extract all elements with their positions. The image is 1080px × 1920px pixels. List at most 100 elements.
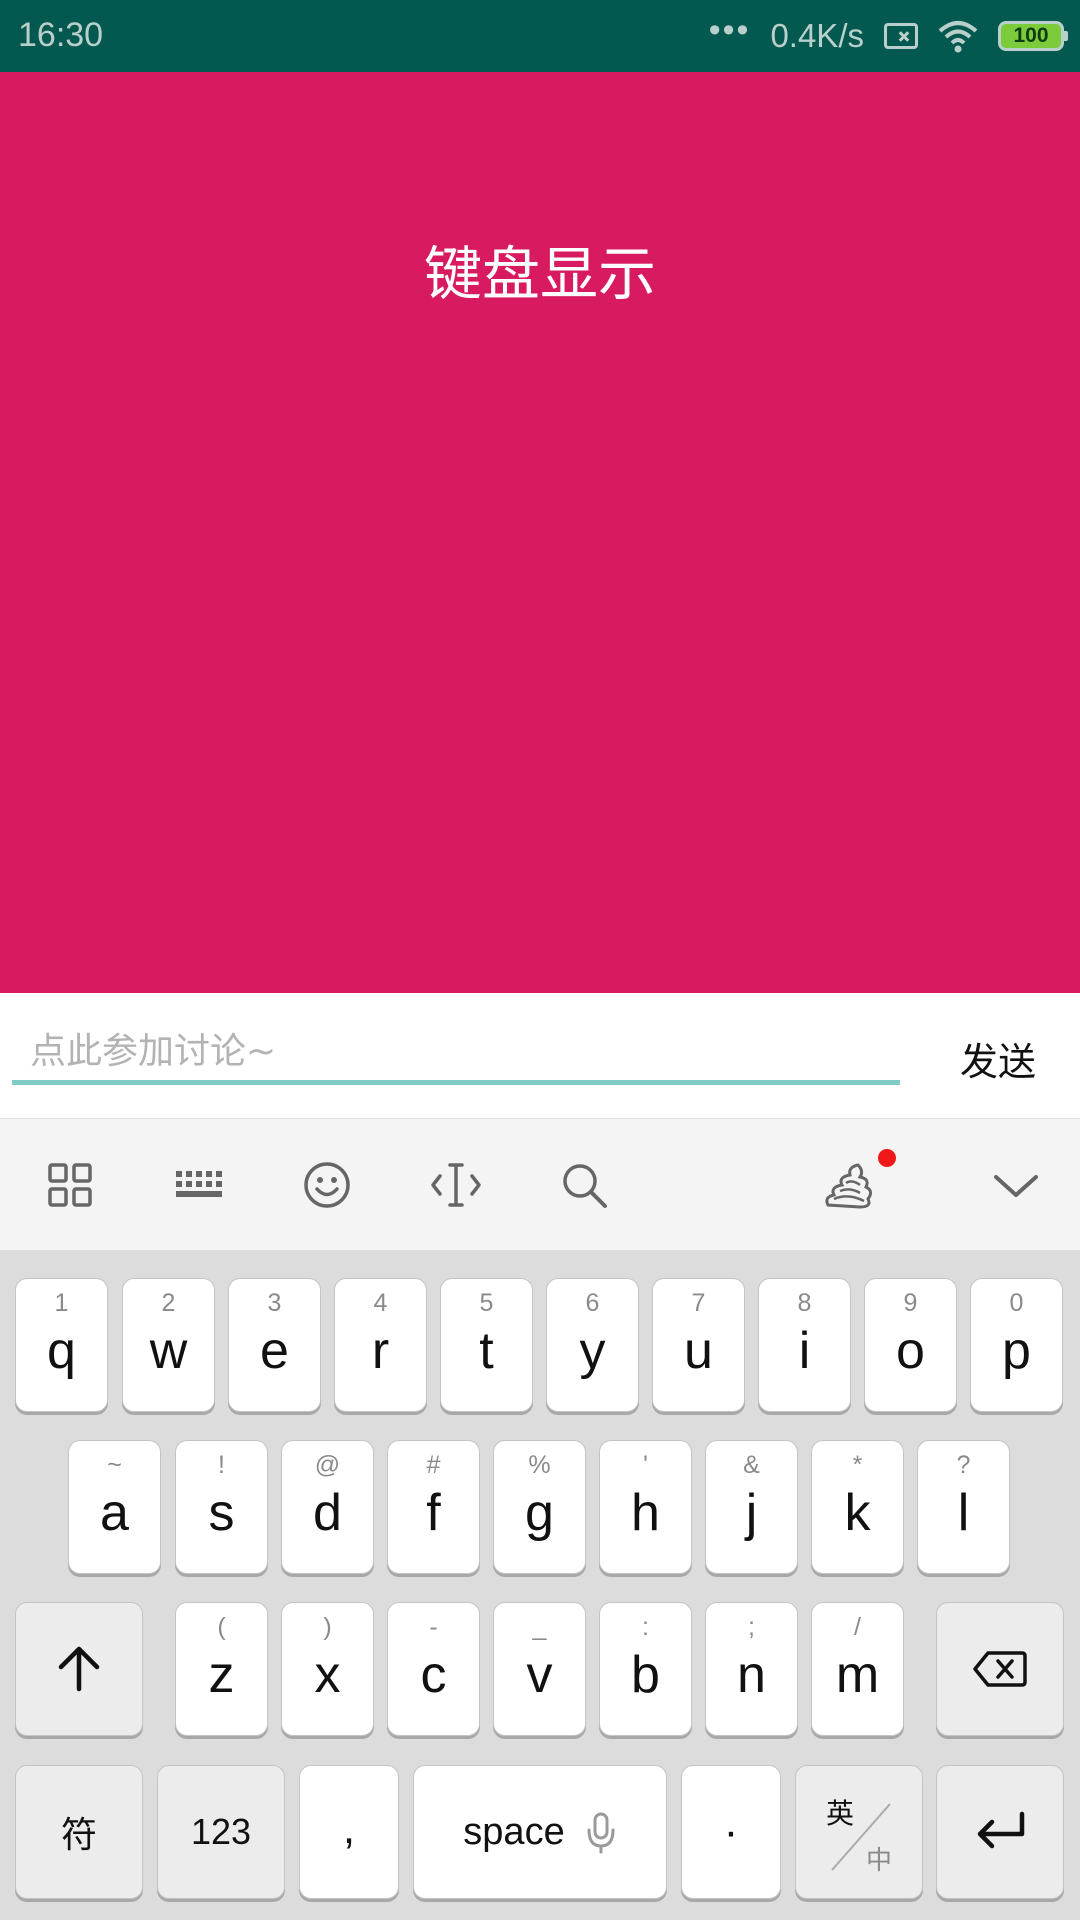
key-hint: % [528, 1451, 551, 1479]
key-x[interactable]: ) x [281, 1602, 374, 1736]
key-u[interactable]: 7 u [652, 1278, 745, 1412]
key-letter: j [745, 1484, 758, 1542]
key-e[interactable]: 3 e [228, 1278, 321, 1412]
numbers-label: 123 [190, 1811, 252, 1852]
comma-key[interactable]: , [299, 1765, 399, 1899]
key-w[interactable]: 2 w [122, 1278, 215, 1412]
key-hint: 8 [797, 1289, 812, 1317]
key-i[interactable]: 8 i [758, 1278, 851, 1412]
enter-key[interactable] [936, 1765, 1064, 1899]
key-c[interactable]: - c [387, 1602, 480, 1736]
key-hint: 0 [1009, 1289, 1024, 1317]
comma-label: , [342, 1804, 356, 1853]
network-speed: 0.4K/s [770, 17, 864, 54]
key-letter: m [835, 1646, 880, 1704]
backspace-key[interactable] [936, 1602, 1064, 1736]
key-m[interactable]: / m [811, 1602, 904, 1736]
search-icon[interactable] [558, 1159, 610, 1211]
key-hint: 9 [903, 1289, 918, 1317]
grid-icon[interactable] [44, 1159, 96, 1211]
key-letter: g [525, 1484, 554, 1542]
key-hint: 1 [54, 1289, 69, 1317]
key-letter: b [631, 1646, 660, 1704]
key-z[interactable]: ( z [175, 1602, 268, 1736]
keyboard-icon[interactable] [172, 1159, 228, 1211]
status-time: 16:30 [18, 16, 104, 54]
status-bar: 16:30 ••• 0.4K/s 100 [0, 0, 1080, 72]
key-r[interactable]: 4 r [334, 1278, 427, 1412]
key-q[interactable]: 1 q [15, 1278, 108, 1412]
microphone-icon [587, 1812, 615, 1854]
shift-arrow-icon [58, 1646, 100, 1692]
key-s[interactable]: ! s [175, 1440, 268, 1574]
main-content: 键盘显示 [0, 72, 1080, 993]
key-letter: v [526, 1646, 553, 1704]
key-hint: _ [532, 1613, 547, 1641]
keyboard-toolbar [0, 1118, 1080, 1250]
key-p[interactable]: 0 p [970, 1278, 1063, 1412]
key-b[interactable]: : b [599, 1602, 692, 1736]
key-letter: o [896, 1322, 925, 1380]
send-button[interactable]: 发送 [960, 1031, 1036, 1086]
comment-bar: 发送 [0, 993, 1080, 1118]
key-n[interactable]: ; n [705, 1602, 798, 1736]
enter-icon [977, 1811, 1025, 1849]
key-v[interactable]: _ v [493, 1602, 586, 1736]
key-letter: h [631, 1484, 660, 1542]
key-letter: s [208, 1484, 235, 1542]
key-y[interactable]: 6 y [546, 1278, 639, 1412]
key-d[interactable]: @ d [281, 1440, 374, 1574]
key-j[interactable]: & j [705, 1440, 798, 1574]
notification-dot [878, 1149, 896, 1167]
key-letter: z [208, 1646, 235, 1704]
key-f[interactable]: # f [387, 1440, 480, 1574]
key-hint: * [852, 1451, 863, 1479]
symbols-key[interactable]: 符 [15, 1765, 143, 1899]
key-hint: ~ [107, 1451, 122, 1479]
key-hint: ! [218, 1451, 225, 1479]
key-hint: ? [956, 1451, 971, 1479]
key-letter: u [684, 1322, 713, 1380]
skin-icon[interactable] [820, 1157, 878, 1213]
key-k[interactable]: * k [811, 1440, 904, 1574]
key-letter: q [47, 1322, 76, 1380]
more-notifications-icon: ••• [708, 10, 751, 49]
cursor-icon[interactable] [430, 1159, 482, 1211]
key-letter: x [314, 1646, 341, 1704]
key-hint: & [743, 1451, 760, 1479]
chevron-down-icon[interactable] [990, 1159, 1042, 1211]
numbers-key[interactable]: 123 [157, 1765, 285, 1899]
key-letter: c [420, 1646, 447, 1704]
keyboard: 1 q 2 w 3 e 4 r 5 t 6 y 7 u 8 i 9 o 0 p … [0, 1250, 1080, 1920]
key-letter: k [844, 1484, 871, 1542]
emoji-icon[interactable] [301, 1159, 353, 1211]
key-hint: @ [314, 1451, 341, 1479]
key-hint: 2 [161, 1289, 176, 1317]
key-hint: ' [643, 1451, 648, 1479]
key-hint: 5 [479, 1289, 494, 1317]
period-label: · [723, 1807, 739, 1856]
key-h[interactable]: ' h [599, 1440, 692, 1574]
key-o[interactable]: 9 o [864, 1278, 957, 1412]
language-switch-key[interactable]: 英 中 [795, 1765, 923, 1899]
battery-icon: 100 [998, 21, 1068, 51]
key-letter: y [579, 1322, 606, 1380]
key-hint: : [642, 1613, 649, 1641]
key-g[interactable]: % g [493, 1440, 586, 1574]
comment-input[interactable] [12, 1023, 900, 1085]
symbols-label: 符 [60, 1815, 97, 1856]
key-letter: n [737, 1646, 766, 1704]
backspace-icon [973, 1651, 1027, 1687]
key-hint: 6 [585, 1289, 600, 1317]
key-l[interactable]: ? l [917, 1440, 1010, 1574]
key-hint: 4 [373, 1289, 388, 1317]
key-hint: - [429, 1613, 438, 1641]
key-a[interactable]: ~ a [68, 1440, 161, 1574]
key-letter: d [313, 1484, 342, 1542]
period-key[interactable]: · [681, 1765, 781, 1899]
page-title: 键盘显示 [423, 240, 656, 308]
shift-key[interactable] [15, 1602, 143, 1736]
key-letter: p [1002, 1322, 1031, 1380]
space-key[interactable]: space [413, 1765, 667, 1899]
key-t[interactable]: 5 t [440, 1278, 533, 1412]
